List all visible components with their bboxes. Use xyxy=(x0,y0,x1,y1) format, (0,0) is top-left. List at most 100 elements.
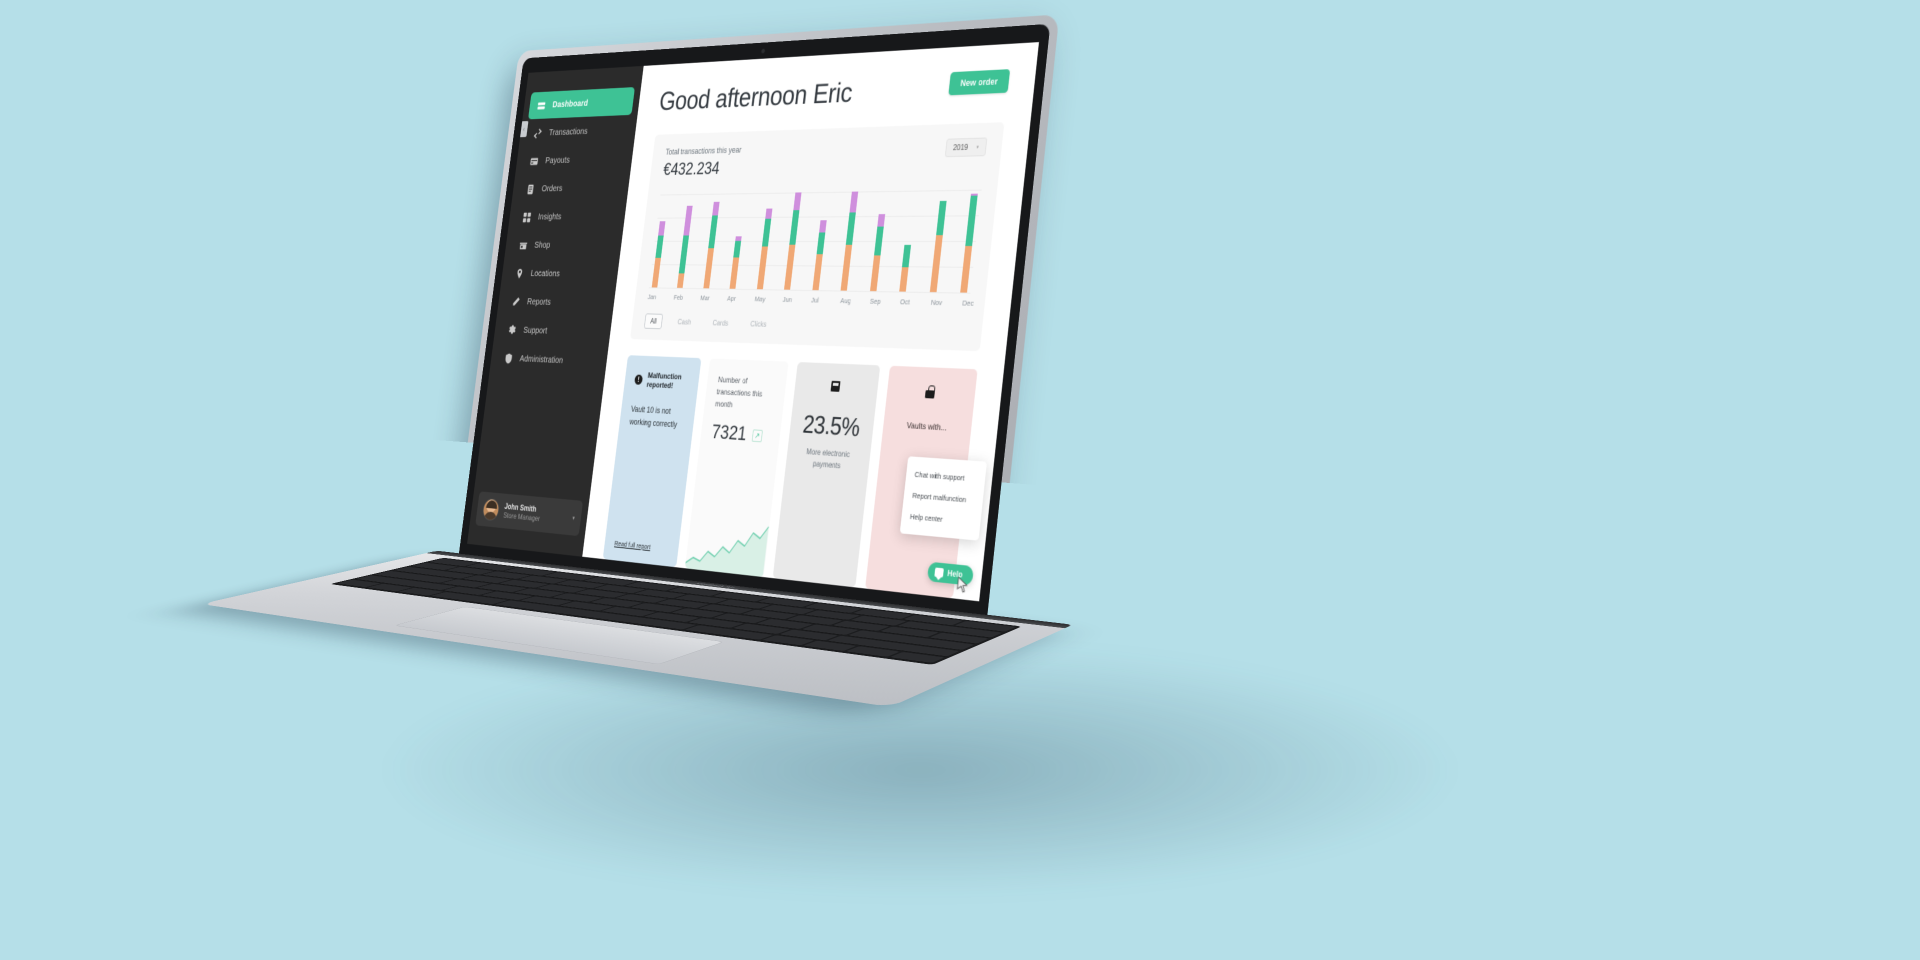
sidebar-item-label: Administration xyxy=(519,353,564,366)
bar-segment-cards xyxy=(761,218,772,247)
sidebar-item-label: Shop xyxy=(533,239,551,251)
pencil-icon xyxy=(511,295,521,307)
sidebar-item-insights[interactable]: Insights xyxy=(514,202,621,230)
chevron-down-icon[interactable]: ▾ xyxy=(572,514,575,522)
screen-bezel: Dashboard Transactions Payouts Orders In… xyxy=(457,23,1051,630)
bar-segment-cash xyxy=(929,234,943,293)
x-tick-label: Oct xyxy=(899,297,911,307)
orders-icon xyxy=(525,183,535,195)
bar-segment-cash xyxy=(840,244,853,291)
electronic-payments-card: 23.5% More electronic payments xyxy=(772,362,881,588)
bar-column xyxy=(899,191,917,292)
bar-segment-cards xyxy=(816,232,826,255)
help-fab-label: Help xyxy=(946,568,963,580)
bar-column xyxy=(756,193,774,290)
insights-icon xyxy=(521,211,531,223)
alert-body: Vault 10 is not working correctly xyxy=(629,404,678,429)
support-menu-item[interactable]: Report malfunction xyxy=(903,484,984,512)
page-title: Good afternoon Eric xyxy=(657,77,854,117)
bar-column xyxy=(812,192,830,291)
help-fab-button[interactable]: Help xyxy=(926,561,975,586)
x-tick-label: Feb xyxy=(673,293,684,302)
webcam-icon xyxy=(761,48,766,54)
lock-icon xyxy=(925,385,936,398)
new-order-button[interactable]: New order xyxy=(948,69,1011,96)
sidebar-item-label: Dashboard xyxy=(551,98,589,110)
bar-segment-cards xyxy=(655,235,664,258)
transactions-count-value: 7321 xyxy=(710,421,748,446)
bar-segment-cash xyxy=(869,255,881,292)
sidebar-item-reports[interactable]: Reports xyxy=(503,288,610,318)
chat-bubble-icon xyxy=(934,567,944,578)
sidebar-item-label: Reports xyxy=(526,296,552,308)
x-tick-label: Jul xyxy=(810,295,820,305)
chart-filter-cards[interactable]: Cards xyxy=(706,315,735,331)
chart-filter-cash[interactable]: Cash xyxy=(671,314,698,330)
chevron-down-icon: ▾ xyxy=(976,144,979,151)
bar-segment-cash xyxy=(960,246,973,293)
x-tick-label: Apr xyxy=(726,294,737,303)
bar-segment-cash xyxy=(756,246,768,290)
read-full-report-link[interactable]: Read full report xyxy=(614,539,651,551)
sidebar-item-transactions[interactable]: Transactions xyxy=(524,116,631,147)
sidebar-item-label: Orders xyxy=(541,183,563,194)
bar-column xyxy=(869,191,888,292)
chart-filter-tabs: All Cash Cards Clicks xyxy=(643,313,967,338)
sidebar-item-support[interactable]: Support xyxy=(499,316,606,347)
electronic-payments-sub: More electronic payments xyxy=(805,447,851,471)
x-tick-label: Mar xyxy=(699,293,711,303)
alert-header: ! Malfunction reported! xyxy=(634,370,690,391)
electronic-payments-value: 23.5% xyxy=(801,409,862,442)
user-profile-menu[interactable]: John Smith Store Manager ▾ xyxy=(475,491,584,537)
bar-column xyxy=(651,194,669,288)
transactions-count-label: Number of transactions this month xyxy=(714,374,763,409)
page-header: Good afternoon Eric New order xyxy=(658,69,1011,117)
sidebar-item-shop[interactable]: Shop xyxy=(510,231,617,259)
year-select[interactable]: 2019 ▾ xyxy=(944,137,988,158)
shop-icon xyxy=(518,239,528,251)
sidebar-item-label: Transactions xyxy=(548,126,589,138)
chart-summary: Total transactions this year €432.234 xyxy=(662,145,742,180)
bar-column xyxy=(677,194,694,288)
bar-segment-clicks xyxy=(877,214,885,227)
bar-segment-cash xyxy=(812,254,823,291)
bar-segment-cards xyxy=(789,210,800,245)
sidebar-item-dashboard[interactable]: Dashboard xyxy=(528,87,635,120)
sidebar-item-locations[interactable]: Locations xyxy=(506,259,613,288)
user-meta: John Smith Store Manager xyxy=(503,502,542,524)
trend-up-icon: ↗ xyxy=(751,429,763,443)
bar-column xyxy=(784,192,802,290)
support-menu-item[interactable]: Help center xyxy=(901,505,982,533)
sidebar-item-administration[interactable]: Administration xyxy=(495,344,602,376)
bar-segment-cash xyxy=(703,247,714,289)
bar-segment-cards xyxy=(679,235,690,274)
bar-segment-cards xyxy=(965,195,978,247)
vaults-card: Vaults with... xyxy=(864,365,978,599)
sidebar-item-label: Insights xyxy=(537,211,563,223)
malfunction-alert-card: ! Malfunction reported! Vault 10 is not … xyxy=(602,355,702,568)
chart-filter-clicks[interactable]: Clicks xyxy=(744,316,774,333)
sidebar-item-payouts[interactable]: Payouts xyxy=(521,144,628,174)
vaults-text: Vaults with... xyxy=(906,420,948,433)
bar-segment-cash xyxy=(784,244,796,290)
bar-segment-cards xyxy=(708,215,718,248)
bar-segment-cash xyxy=(899,266,909,292)
avatar xyxy=(481,497,501,522)
transactions-count-card: Number of transactions this month 7321 ↗ xyxy=(685,358,789,578)
x-tick-label: Aug xyxy=(839,296,852,306)
laptop-mockup: MacBook Air xyxy=(201,0,1515,960)
sidebar-item-label: Payouts xyxy=(544,154,571,166)
sidebar-item-label: Support xyxy=(522,324,548,337)
transactions-chart-card: Total transactions this year €432.234 20… xyxy=(630,122,1005,352)
alert-title: Malfunction reported! xyxy=(646,370,683,391)
support-menu-item[interactable]: Chat with support xyxy=(905,463,986,490)
chart-filter-all[interactable]: All xyxy=(643,313,664,330)
bar-segment-clicks xyxy=(658,221,666,236)
x-tick-label: Nov xyxy=(930,297,943,308)
bar-segment-clicks xyxy=(765,208,773,219)
bar-segment-cash xyxy=(729,257,740,289)
transactions-icon xyxy=(532,127,542,139)
bar-column xyxy=(960,190,978,293)
sidebar-item-orders[interactable]: Orders xyxy=(517,173,624,202)
sparkline-chart xyxy=(685,510,770,578)
